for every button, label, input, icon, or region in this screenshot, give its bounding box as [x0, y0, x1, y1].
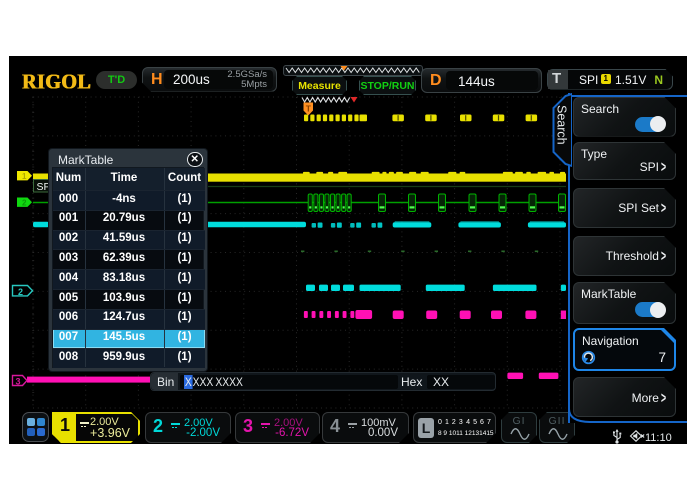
svg-text:2: 2: [18, 287, 23, 297]
svg-text:1: 1: [22, 172, 27, 181]
svg-text:3: 3: [16, 377, 21, 387]
svg-text:2: 2: [22, 199, 27, 208]
svg-text:T: T: [306, 104, 312, 114]
